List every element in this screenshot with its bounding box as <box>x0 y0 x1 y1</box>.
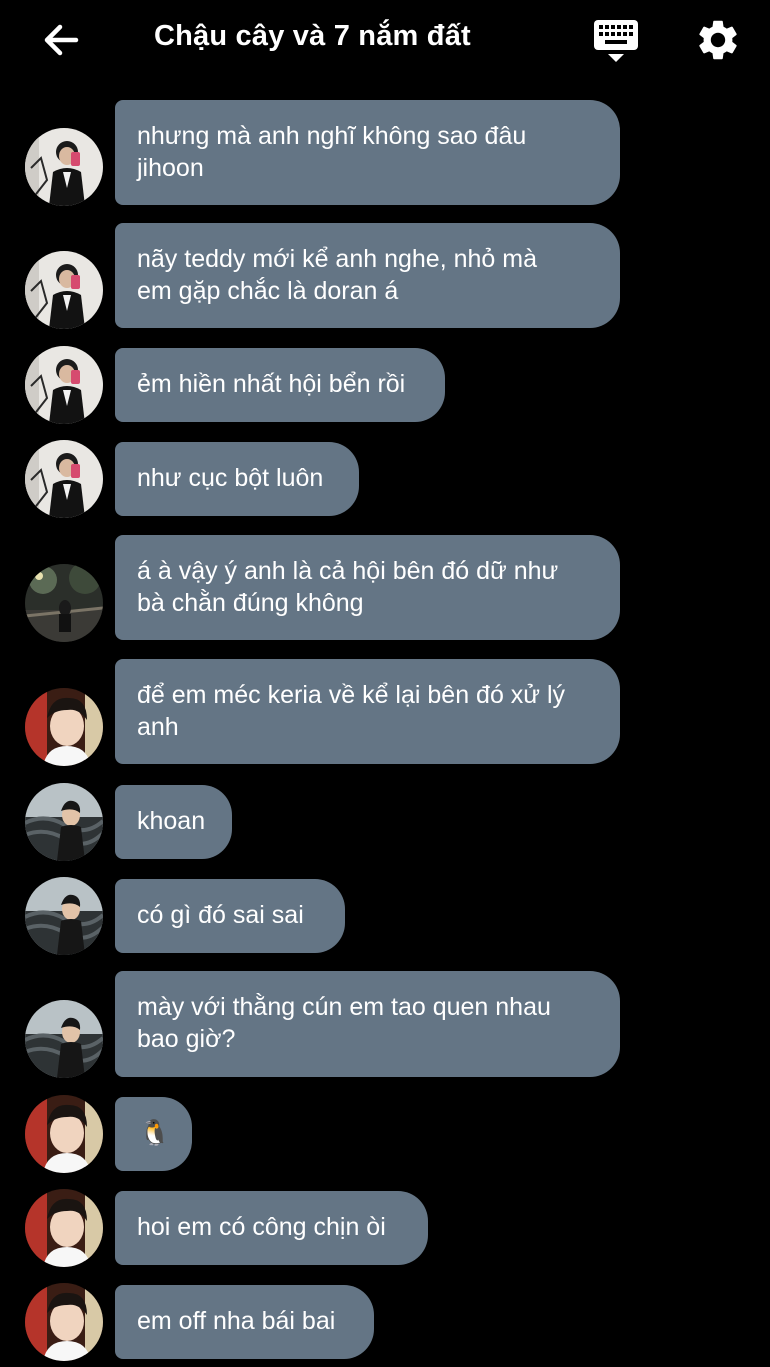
avatar[interactable] <box>25 346 103 424</box>
avatar[interactable] <box>25 1189 103 1267</box>
message-bubble[interactable]: ẻm hiền nhất hội bển rồi <box>115 348 445 422</box>
avatar-boy-image <box>25 688 103 766</box>
avatar-suit-image <box>25 346 103 424</box>
avatar[interactable] <box>25 440 103 518</box>
avatar[interactable] <box>25 1283 103 1361</box>
avatar-suit-image <box>25 440 103 518</box>
avatar-outdoor-image <box>25 877 103 955</box>
avatar[interactable] <box>25 564 103 642</box>
message-bubble[interactable]: mày với thằng cún em tao quen nhau bao g… <box>115 971 620 1077</box>
avatar-boy-image <box>25 1283 103 1361</box>
message-bubble[interactable]: 🐧 <box>115 1097 192 1171</box>
message-bubble[interactable]: để em méc keria về kể lại bên đó xử lý a… <box>115 659 620 764</box>
back-button[interactable] <box>36 18 84 62</box>
arrow-left-icon <box>44 24 79 56</box>
message-bubble[interactable]: nhưng mà anh nghĩ không sao đâu jihoon <box>115 100 620 205</box>
avatar-suit-image <box>25 251 103 329</box>
avatar[interactable] <box>25 1000 103 1078</box>
avatar-outdoor-image <box>25 1000 103 1078</box>
avatar[interactable] <box>25 1095 103 1173</box>
message-bubble[interactable]: khoan <box>115 785 232 859</box>
message-bubble[interactable]: em off nha bái bai <box>115 1285 374 1359</box>
avatar-suit-image <box>25 128 103 206</box>
avatar[interactable] <box>25 251 103 329</box>
avatar-outdoor-image <box>25 783 103 861</box>
avatar-boy-image <box>25 1189 103 1267</box>
message-bubble[interactable]: á à vậy ý anh là cả hội bên đó dữ như bà… <box>115 535 620 640</box>
chat-title: Chậu cây và 7 nắm đất <box>154 20 471 52</box>
keyboard-button[interactable] <box>590 16 642 66</box>
message-bubble[interactable]: nãy teddy mới kể anh nghe, nhỏ mà em gặp… <box>115 223 620 328</box>
avatar-night-image <box>25 564 103 642</box>
avatar[interactable] <box>25 128 103 206</box>
gear-icon <box>699 20 737 60</box>
settings-button[interactable] <box>694 16 742 64</box>
avatar[interactable] <box>25 783 103 861</box>
keyboard-icon <box>594 20 638 62</box>
message-bubble[interactable]: như cục bột luôn <box>115 442 359 516</box>
avatar-boy-image <box>25 1095 103 1173</box>
avatar[interactable] <box>25 688 103 766</box>
message-bubble[interactable]: hoi em có công chịn òi <box>115 1191 428 1265</box>
message-bubble[interactable]: có gì đó sai sai <box>115 879 345 953</box>
avatar[interactable] <box>25 877 103 955</box>
app-header: Chậu cây và 7 nắm đất <box>0 0 770 80</box>
